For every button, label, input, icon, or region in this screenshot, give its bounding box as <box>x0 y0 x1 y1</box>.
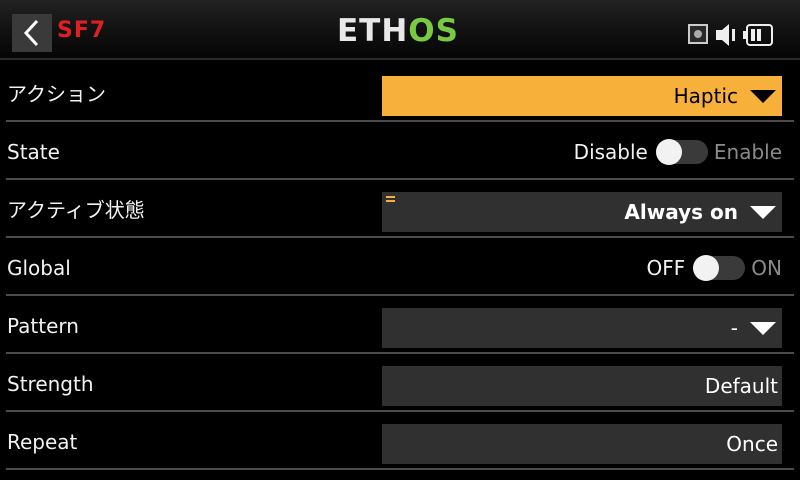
state-on-label: Enable <box>713 140 782 164</box>
switch-knob <box>655 139 682 165</box>
menu-icon <box>386 196 395 204</box>
strength-value: Default <box>704 374 778 398</box>
repeat-value: Once <box>726 432 778 456</box>
state-toggle[interactable]: Disable Enable <box>574 124 782 180</box>
state-switch[interactable] <box>655 139 708 165</box>
strength-field[interactable]: Default <box>382 366 782 406</box>
action-label: アクション <box>7 82 106 106</box>
row-separator <box>6 120 794 122</box>
active-condition-value: Always on <box>624 200 738 224</box>
repeat-label: Repeat <box>7 430 78 454</box>
repeat-field[interactable]: Once <box>382 424 782 464</box>
back-button[interactable] <box>12 14 52 52</box>
strength-label: Strength <box>7 372 94 396</box>
speaker-icon <box>716 24 735 46</box>
pattern-value: - <box>730 316 738 340</box>
dropdown-arrow-icon <box>750 205 776 219</box>
row-global: Global OFF ON <box>0 240 800 296</box>
row-active-condition: アクティブ状態 Always on <box>0 182 800 238</box>
back-arrow-icon <box>23 19 39 47</box>
ethos-logo: ETHOS <box>337 16 459 47</box>
row-state: State Disable Enable <box>0 124 800 180</box>
dropdown-arrow-icon <box>750 89 776 103</box>
dropdown-arrow-icon <box>750 321 776 335</box>
header-bar: SF7 ETHOS <box>0 0 800 60</box>
row-separator <box>6 178 794 180</box>
state-off-label: Disable <box>573 140 648 164</box>
row-pattern: Pattern - <box>0 298 800 354</box>
pattern-label: Pattern <box>7 314 79 338</box>
battery-icon <box>743 24 773 46</box>
screen-id: SF7 <box>57 18 107 43</box>
global-switch[interactable] <box>693 255 746 281</box>
global-toggle[interactable]: OFF ON <box>647 240 782 296</box>
row-repeat: Repeat Once <box>0 414 800 470</box>
active-condition-label: アクティブ状態 <box>7 198 145 222</box>
logo-text-accent: OS <box>408 13 459 49</box>
pattern-dropdown[interactable]: - <box>382 308 782 348</box>
logo-text-main: ETH <box>337 13 409 49</box>
active-condition-dropdown[interactable]: Always on <box>382 192 782 232</box>
row-separator <box>6 352 794 354</box>
row-separator <box>6 410 794 412</box>
status-icons <box>688 18 788 48</box>
row-separator <box>6 236 794 238</box>
action-value: Haptic <box>673 84 738 108</box>
global-off-label: OFF <box>646 256 686 280</box>
record-icon <box>688 24 708 44</box>
row-separator <box>6 468 794 470</box>
global-on-label: ON <box>751 256 782 280</box>
switch-knob <box>693 255 720 281</box>
state-label: State <box>7 140 60 164</box>
action-dropdown[interactable]: Haptic <box>382 76 782 116</box>
row-strength: Strength Default <box>0 356 800 412</box>
global-label: Global <box>7 256 71 280</box>
row-separator <box>6 294 794 296</box>
row-action: アクション Haptic <box>0 66 800 122</box>
